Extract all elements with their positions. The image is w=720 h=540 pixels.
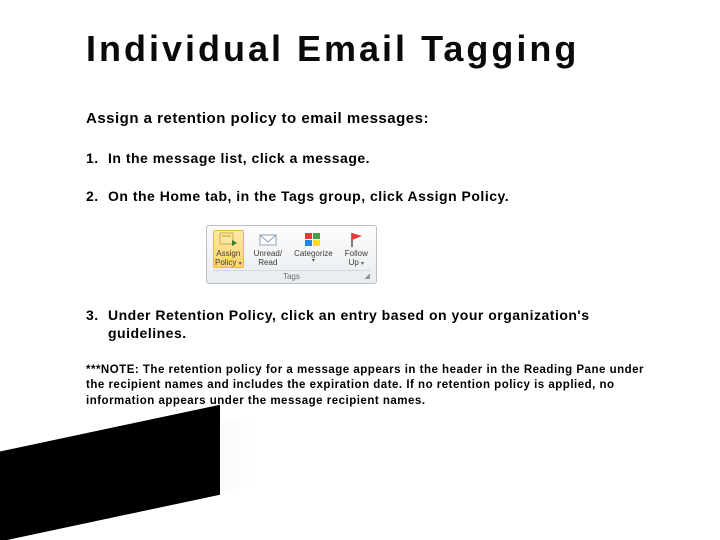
subtitle: Assign a retention policy to email messa… [86,110,660,127]
flag-icon [346,231,366,249]
assign-policy-button[interactable]: Assign Policy ▾ [213,230,244,268]
button-label-line2: Up ▾ [349,259,364,267]
ribbon-buttons-row: Assign Policy ▾ Unread/ Read [213,230,370,268]
tags-group: Assign Policy ▾ Unread/ Read [206,225,377,284]
button-label-line2: Read [258,259,277,267]
unread-read-button[interactable]: Unread/ Read [252,230,284,267]
envelope-icon [258,231,278,249]
ribbon-screenshot: Assign Policy ▾ Unread/ Read [206,225,660,284]
note-text: ***NOTE: The retention policy for a mess… [86,363,646,410]
step-text: On the Home tab, in the Tags group, clic… [108,187,660,205]
ribbon-group-label: Tags ◢ [213,270,370,281]
dialog-launcher-icon[interactable]: ◢ [364,272,369,280]
step-2: 2. On the Home tab, in the Tags group, c… [86,187,660,205]
dropdown-icon: ▾ [361,261,364,267]
slide: Individual Email Tagging Assign a retent… [0,0,720,540]
group-label-text: Tags [283,272,300,281]
page-title: Individual Email Tagging [86,28,680,70]
step-1: 1. In the message list, click a message. [86,149,660,167]
step-number: 2. [86,187,108,205]
categorize-button[interactable]: Categorize ▾ [292,230,335,264]
step-number: 1. [86,149,108,167]
step-text: In the message list, click a message. [108,149,660,167]
follow-up-button[interactable]: Follow Up ▾ [343,230,370,267]
step-number: 3. [86,306,108,342]
dropdown-icon: ▾ [312,258,315,264]
content-area: Assign a retention policy to email messa… [86,110,660,409]
assign-policy-icon [218,231,238,249]
decorative-wedge-dark [0,405,220,540]
step-3: 3. Under Retention Policy, click an entr… [86,306,660,342]
button-label-line2: Policy ▾ [215,259,242,267]
dropdown-icon: ▾ [239,261,242,267]
step-text: Under Retention Policy, click an entry b… [108,306,660,342]
categorize-icon [303,231,323,249]
